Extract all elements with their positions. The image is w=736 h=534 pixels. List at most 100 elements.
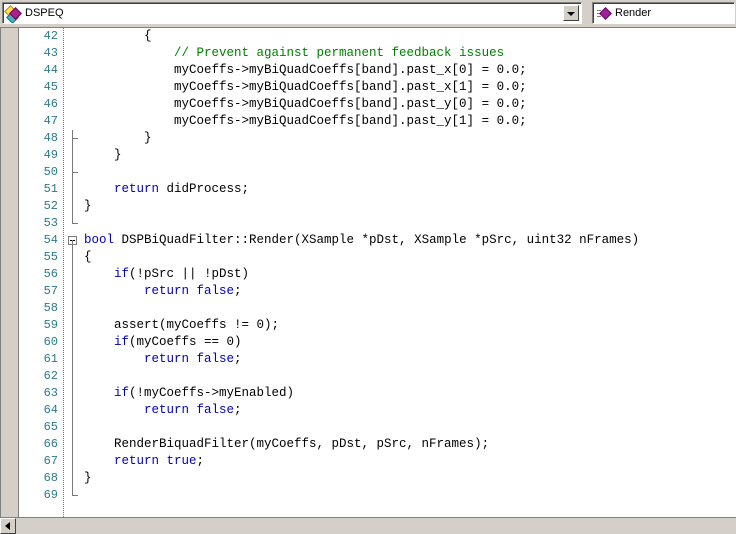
code-line[interactable]: 66 RenderBiquadFilter(myCoeffs, pDst, pS… <box>20 436 736 453</box>
code-line[interactable]: 57 return false; <box>20 283 736 300</box>
code-text: // Prevent against permanent feedback is… <box>84 45 504 62</box>
code-editor[interactable]: 42 {43 // Prevent against permanent feed… <box>0 27 736 517</box>
code-text: return false; <box>84 283 242 300</box>
fold-guide <box>66 368 82 385</box>
keyword-token: return false <box>144 352 235 366</box>
fold-guide <box>66 317 82 334</box>
code-text: { <box>84 249 92 266</box>
code-text: } <box>84 130 152 147</box>
horizontal-scrollbar[interactable] <box>0 517 736 534</box>
line-number: 61 <box>43 352 58 366</box>
line-number: 58 <box>43 301 58 315</box>
keyword-token: return true <box>114 454 197 468</box>
code-lines: 42 {43 // Prevent against permanent feed… <box>20 28 736 504</box>
scrollbar-track[interactable] <box>17 518 736 534</box>
code-line[interactable]: 56 if(!pSrc || !pDst) <box>20 266 736 283</box>
chevron-down-icon[interactable] <box>563 5 579 21</box>
code-line[interactable]: 54 bool DSPBiQuadFilter::Render(XSample *… <box>20 232 736 249</box>
code-text: myCoeffs->myBiQuadCoeffs[band].past_y[0]… <box>84 96 527 113</box>
combo-bevel <box>3 3 581 23</box>
code-line[interactable]: 59 assert(myCoeffs != 0); <box>20 317 736 334</box>
code-text: return false; <box>84 402 242 419</box>
method-diamond-icon <box>596 5 612 21</box>
plain-token: DSPBiQuadFilter::Render(XSample *pDst, X… <box>114 233 640 247</box>
code-line[interactable]: 45 myCoeffs->myBiQuadCoeffs[band].past_x… <box>20 79 736 96</box>
line-number: 55 <box>43 250 58 264</box>
line-number: 53 <box>43 216 58 230</box>
plain-token: (!myCoeffs->myEnabled) <box>129 386 295 400</box>
fold-guide-none <box>66 79 82 96</box>
line-number: 56 <box>43 267 58 281</box>
fold-guide-end <box>66 487 82 504</box>
line-number: 65 <box>43 420 58 434</box>
code-line[interactable]: 65 <box>20 419 736 436</box>
code-line[interactable]: 55 { <box>20 249 736 266</box>
code-line[interactable]: 64 return false; <box>20 402 736 419</box>
plain-token: assert(myCoeffs != 0); <box>84 318 280 332</box>
plain-token: RenderBiquadFilter(myCoeffs, pDst, pSrc,… <box>84 437 490 451</box>
fold-guide-none <box>66 45 82 62</box>
code-line[interactable]: 49 } <box>20 147 736 164</box>
code-text: RenderBiquadFilter(myCoeffs, pDst, pSrc,… <box>84 436 489 453</box>
code-line[interactable]: 63 if(!myCoeffs->myEnabled) <box>20 385 736 402</box>
fold-guide <box>66 181 82 198</box>
line-number: 64 <box>43 403 58 417</box>
keyword-token: bool <box>84 233 115 247</box>
code-line[interactable]: 52} <box>20 198 736 215</box>
line-number: 60 <box>43 335 58 349</box>
code-line[interactable]: 69 <box>20 487 736 504</box>
indicator-margin[interactable] <box>0 28 19 517</box>
fold-guide <box>66 198 82 215</box>
code-line[interactable]: 42 { <box>20 28 736 45</box>
line-number: 46 <box>43 97 58 111</box>
code-line[interactable]: 51 return didProcess; <box>20 181 736 198</box>
fold-guide <box>66 419 82 436</box>
plain-token: { <box>84 250 92 264</box>
member-combo-content: Render <box>593 3 651 23</box>
member-combo-box[interactable]: Render <box>592 2 735 24</box>
fold-collapse-icon[interactable] <box>66 232 82 249</box>
line-number: 49 <box>43 148 58 162</box>
plain-token: (myCoeffs == 0) <box>129 335 242 349</box>
keyword-token: if <box>114 386 130 400</box>
line-number: 47 <box>43 114 58 128</box>
class-combo-value: DSPEQ <box>25 6 64 19</box>
code-line[interactable]: 48 } <box>20 130 736 147</box>
class-combo-box[interactable]: DSPEQ <box>2 2 582 24</box>
fold-guide <box>66 334 82 351</box>
code-line[interactable]: 46 myCoeffs->myBiQuadCoeffs[band].past_y… <box>20 96 736 113</box>
plain-token: myCoeffs->myBiQuadCoeffs[band].past_x[1]… <box>84 80 527 94</box>
keyword-token: return false <box>144 284 235 298</box>
plain-token: ; <box>234 403 242 417</box>
code-line[interactable]: 67 return true; <box>20 453 736 470</box>
code-line[interactable]: 47 myCoeffs->myBiQuadCoeffs[band].past_y… <box>20 113 736 130</box>
plain-token: } <box>84 199 92 213</box>
line-number: 50 <box>43 165 58 179</box>
code-line[interactable]: 60 if(myCoeffs == 0) <box>20 334 736 351</box>
code-line[interactable]: 43 // Prevent against permanent feedback… <box>20 45 736 62</box>
fold-guide-none <box>66 96 82 113</box>
code-line[interactable]: 58 <box>20 300 736 317</box>
comment-token: // Prevent against permanent feedback is… <box>84 46 505 60</box>
line-number: 45 <box>43 80 58 94</box>
code-text: if(myCoeffs == 0) <box>84 334 242 351</box>
plain-token: { <box>84 29 152 43</box>
code-line[interactable]: 62 <box>20 368 736 385</box>
line-number: 66 <box>43 437 58 451</box>
code-surface[interactable]: 42 {43 // Prevent against permanent feed… <box>20 28 736 517</box>
code-text: return false; <box>84 351 242 368</box>
code-text: myCoeffs->myBiQuadCoeffs[band].past_x[0]… <box>84 62 527 79</box>
code-line[interactable]: 44 myCoeffs->myBiQuadCoeffs[band].past_x… <box>20 62 736 79</box>
code-line[interactable]: 61 return false; <box>20 351 736 368</box>
arrow-left-icon[interactable] <box>0 518 16 534</box>
code-line[interactable]: 50 <box>20 164 736 181</box>
line-number: 63 <box>43 386 58 400</box>
code-line[interactable]: 68} <box>20 470 736 487</box>
fold-guide <box>66 300 82 317</box>
code-line[interactable]: 53 <box>20 215 736 232</box>
